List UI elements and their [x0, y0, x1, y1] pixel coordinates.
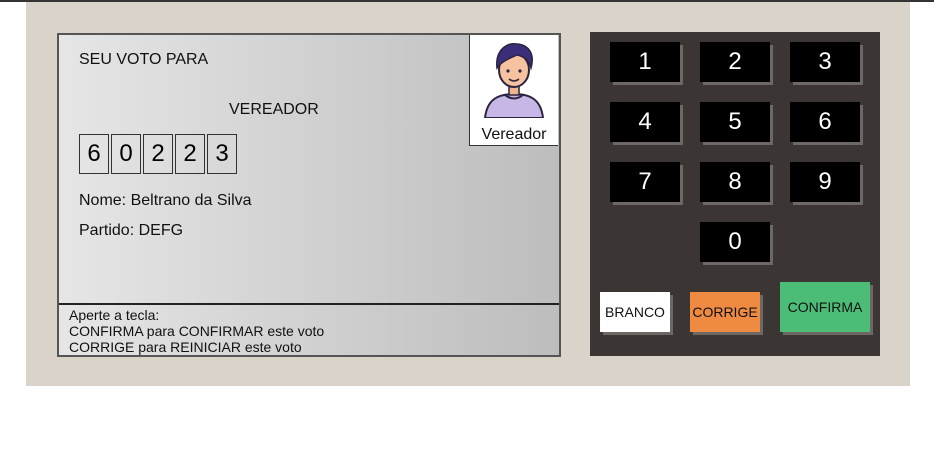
voting-screen: SEU VOTO PARA VEREADOR 6 0 2 2 3 Nome: B… — [57, 33, 561, 357]
key-6[interactable]: 6 — [790, 102, 860, 142]
key-7[interactable]: 7 — [610, 162, 680, 202]
keypad: 1 2 3 4 5 6 7 8 9 0 BRANCO CORRIGE CONFI… — [590, 32, 880, 356]
key-2[interactable]: 2 — [700, 42, 770, 82]
key-1[interactable]: 1 — [610, 42, 680, 82]
candidate-avatar-icon — [483, 42, 545, 118]
key-3[interactable]: 3 — [790, 42, 860, 82]
key-0[interactable]: 0 — [700, 222, 770, 262]
photo-caption: Vereador — [481, 126, 547, 143]
digit-box: 3 — [207, 134, 237, 174]
branco-button[interactable]: BRANCO — [600, 292, 670, 332]
key-4[interactable]: 4 — [610, 102, 680, 142]
confirma-button[interactable]: CONFIRMA — [780, 282, 870, 332]
digit-box: 2 — [143, 134, 173, 174]
candidate-photo: Vereador — [469, 35, 558, 146]
instruction-line: CORRIGE para REINICIAR este voto — [69, 339, 302, 355]
role-title: VEREADOR — [229, 101, 319, 118]
digit-box: 6 — [79, 134, 109, 174]
corrige-button[interactable]: CORRIGE — [690, 292, 760, 332]
candidate-party: Partido: DEFG — [79, 222, 184, 239]
digit-box: 2 — [175, 134, 205, 174]
voting-machine: SEU VOTO PARA VEREADOR 6 0 2 2 3 Nome: B… — [26, 2, 910, 386]
instructions-panel: Aperte a tecla: CONFIRMA para CONFIRMAR … — [59, 303, 559, 355]
candidate-name: Nome: Beltrano da Silva — [79, 192, 252, 209]
vote-for-label: SEU VOTO PARA — [79, 51, 209, 68]
key-5[interactable]: 5 — [700, 102, 770, 142]
digit-box: 0 — [111, 134, 141, 174]
key-9[interactable]: 9 — [790, 162, 860, 202]
instruction-line: CONFIRMA para CONFIRMAR este voto — [69, 323, 325, 339]
key-8[interactable]: 8 — [700, 162, 770, 202]
number-display: 6 0 2 2 3 — [79, 134, 239, 174]
instruction-line: Aperte a tecla: — [69, 307, 160, 323]
